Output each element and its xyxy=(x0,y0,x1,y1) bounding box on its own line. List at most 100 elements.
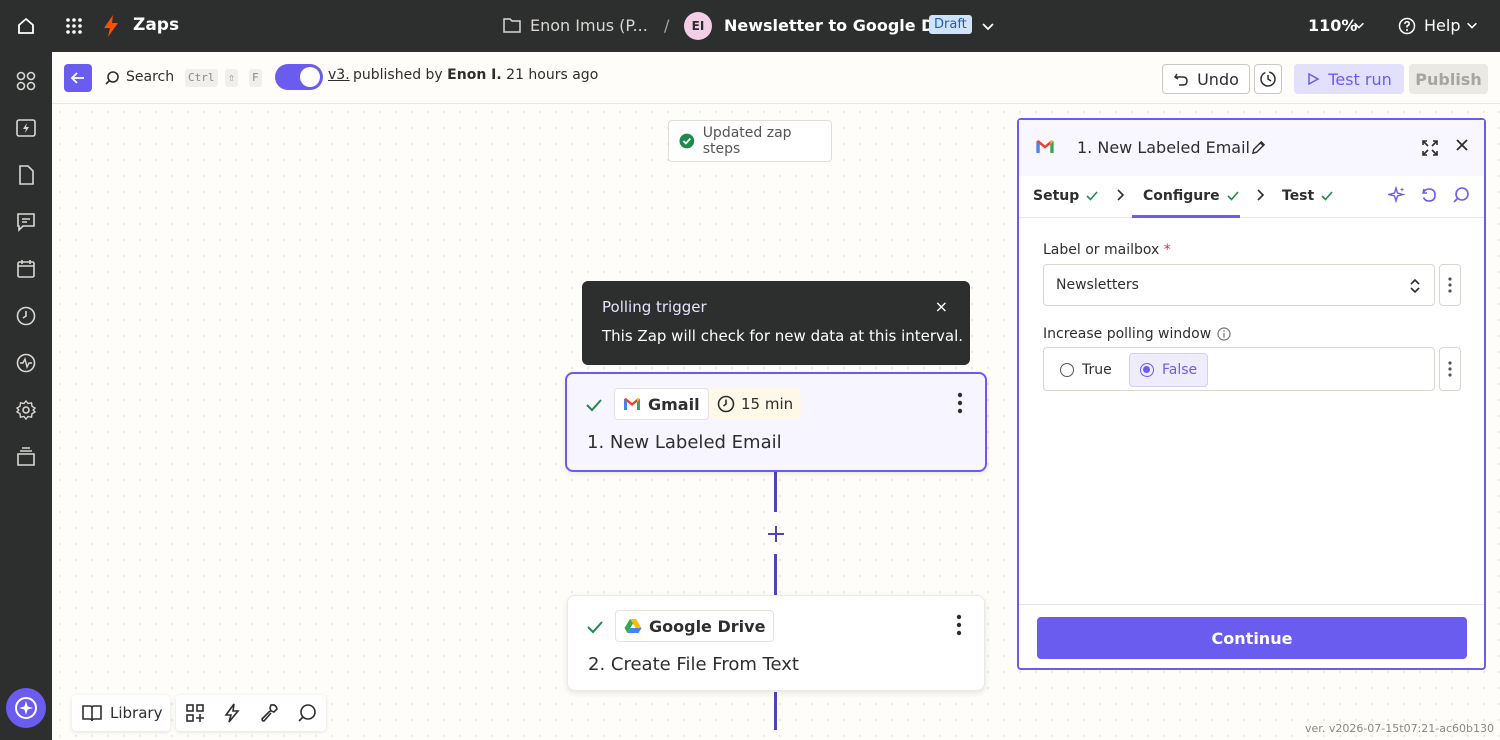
history-icon xyxy=(1260,71,1276,87)
tooltip-close-button[interactable]: × xyxy=(935,297,948,316)
sidebar-item-settings[interactable] xyxy=(14,398,38,422)
step-config-panel: 1. New Labeled Email Setup Configure Tes… xyxy=(1017,118,1486,670)
chevron-down-icon[interactable] xyxy=(980,18,996,34)
panel-header: 1. New Labeled Email xyxy=(1019,120,1484,176)
field-label-text: Increase polling window xyxy=(1043,326,1212,342)
tab-test[interactable]: Test xyxy=(1282,188,1334,204)
info-icon[interactable] xyxy=(1217,327,1231,341)
more-options-icon[interactable] xyxy=(957,392,963,414)
sidebar-item-templates[interactable] xyxy=(14,445,38,469)
sidebar-item-apps[interactable] xyxy=(14,69,38,93)
sidebar-item-interfaces[interactable] xyxy=(14,210,38,234)
stack-icon xyxy=(17,447,35,466)
zoom-level[interactable]: 110% xyxy=(1308,16,1357,35)
check-icon xyxy=(586,399,602,412)
clock-icon xyxy=(16,306,36,326)
toast-text: Updated zap steps xyxy=(702,125,792,157)
step-card-trigger[interactable]: Gmail 15 min 1. New Labeled Email xyxy=(565,372,987,472)
search-button[interactable]: Search xyxy=(126,69,174,85)
tab-label: Setup xyxy=(1033,188,1080,204)
bolt-icon[interactable] xyxy=(223,703,241,723)
continue-button[interactable]: Continue xyxy=(1037,617,1467,659)
sidebar-item-calendar[interactable] xyxy=(14,257,38,281)
app-chip-google-drive: Google Drive xyxy=(615,610,775,642)
field-options-button[interactable] xyxy=(1439,347,1461,391)
step-card-action[interactable]: Google Drive 2. Create File From Text xyxy=(567,595,985,691)
comment-icon[interactable] xyxy=(1452,186,1470,204)
undo-button[interactable]: Undo xyxy=(1162,64,1250,94)
tab-configure[interactable]: Configure xyxy=(1143,188,1240,204)
chevron-right-icon xyxy=(1257,189,1265,201)
published-by: Enon I. xyxy=(447,67,502,83)
sidebar-item-zaps[interactable] xyxy=(14,116,38,140)
tab-setup[interactable]: Setup xyxy=(1033,188,1099,204)
sidebar-item-history[interactable] xyxy=(14,304,38,328)
version-history-button[interactable] xyxy=(1254,64,1282,94)
version-link[interactable]: v3. xyxy=(328,67,350,83)
field-options-button[interactable] xyxy=(1439,264,1461,306)
toggle-knob xyxy=(300,67,320,87)
published-info: published by Enon I. 21 hours ago xyxy=(353,67,598,83)
shortcut-key-f: F xyxy=(249,69,262,87)
app-name[interactable]: Zaps xyxy=(133,15,179,35)
document-icon xyxy=(19,165,34,185)
continue-label: Continue xyxy=(1211,628,1293,648)
chevron-down-icon[interactable] xyxy=(1465,18,1479,32)
folder-breadcrumb[interactable]: Enon Imus (P... xyxy=(530,16,648,35)
sparkle-icon[interactable] xyxy=(1388,186,1406,204)
library-label: Library xyxy=(110,704,163,722)
zap-icon xyxy=(16,119,36,137)
back-button[interactable] xyxy=(64,64,92,92)
tab-label: Test xyxy=(1282,188,1315,204)
connector-line xyxy=(774,692,777,730)
app-name-label: Gmail xyxy=(648,394,700,414)
radio-circle-selected xyxy=(1140,363,1154,377)
google-drive-icon xyxy=(624,619,642,633)
publish-label: Publish xyxy=(1415,69,1482,89)
copilot-button[interactable] xyxy=(6,688,46,728)
app-grid-icon[interactable] xyxy=(62,14,86,38)
step-title: 2. Create File From Text xyxy=(588,654,799,675)
radio-label: False xyxy=(1162,362,1198,378)
more-options-icon xyxy=(1448,277,1452,293)
sidebar-item-activity[interactable] xyxy=(14,351,38,375)
pencil-icon[interactable] xyxy=(1251,140,1266,155)
avatar: EI xyxy=(684,12,712,40)
label-mailbox-select[interactable]: Newsletters xyxy=(1043,264,1435,306)
sidebar-item-tables[interactable] xyxy=(14,163,38,187)
connector-line xyxy=(774,554,777,595)
test-run-button[interactable]: Test run xyxy=(1294,64,1404,94)
check-icon xyxy=(587,621,603,634)
label-mailbox-label: Label or mailbox * xyxy=(1043,242,1171,258)
shortcut-key-ctrl: Ctrl xyxy=(185,69,218,87)
chevron-down-icon[interactable] xyxy=(1352,18,1366,32)
publish-button[interactable]: Publish xyxy=(1409,64,1488,94)
status-badge: Draft xyxy=(929,15,972,34)
comment-icon[interactable] xyxy=(297,703,317,723)
chevron-right-icon xyxy=(1117,189,1125,201)
expand-icon[interactable] xyxy=(1421,139,1439,157)
close-icon[interactable] xyxy=(1455,138,1469,152)
polling-interval-chip[interactable]: 15 min xyxy=(709,388,802,420)
library-button[interactable]: Library xyxy=(72,695,170,731)
field-label-text: Label or mailbox xyxy=(1043,242,1160,258)
add-step-button[interactable] xyxy=(762,520,790,548)
arrow-left-icon xyxy=(70,72,84,84)
wrench-icon[interactable] xyxy=(259,703,279,723)
shortcut-key-shift: ⇧ xyxy=(225,69,238,87)
radio-true[interactable]: True xyxy=(1050,353,1122,387)
search-icon[interactable] xyxy=(104,70,120,86)
panel-title[interactable]: 1. New Labeled Email xyxy=(1077,138,1250,157)
refresh-icon[interactable] xyxy=(1420,186,1438,204)
widgets-icon[interactable] xyxy=(185,703,205,723)
home-button[interactable] xyxy=(10,10,42,42)
publish-toggle[interactable] xyxy=(275,64,323,90)
gear-icon xyxy=(15,399,37,421)
radio-false[interactable]: False xyxy=(1129,353,1209,387)
radio-circle xyxy=(1060,363,1074,377)
more-options-icon[interactable] xyxy=(956,614,962,636)
help-menu[interactable]: Help xyxy=(1424,16,1460,35)
help-icon xyxy=(1398,17,1416,35)
published-prefix: published by xyxy=(353,67,443,83)
left-sidebar xyxy=(0,52,52,740)
